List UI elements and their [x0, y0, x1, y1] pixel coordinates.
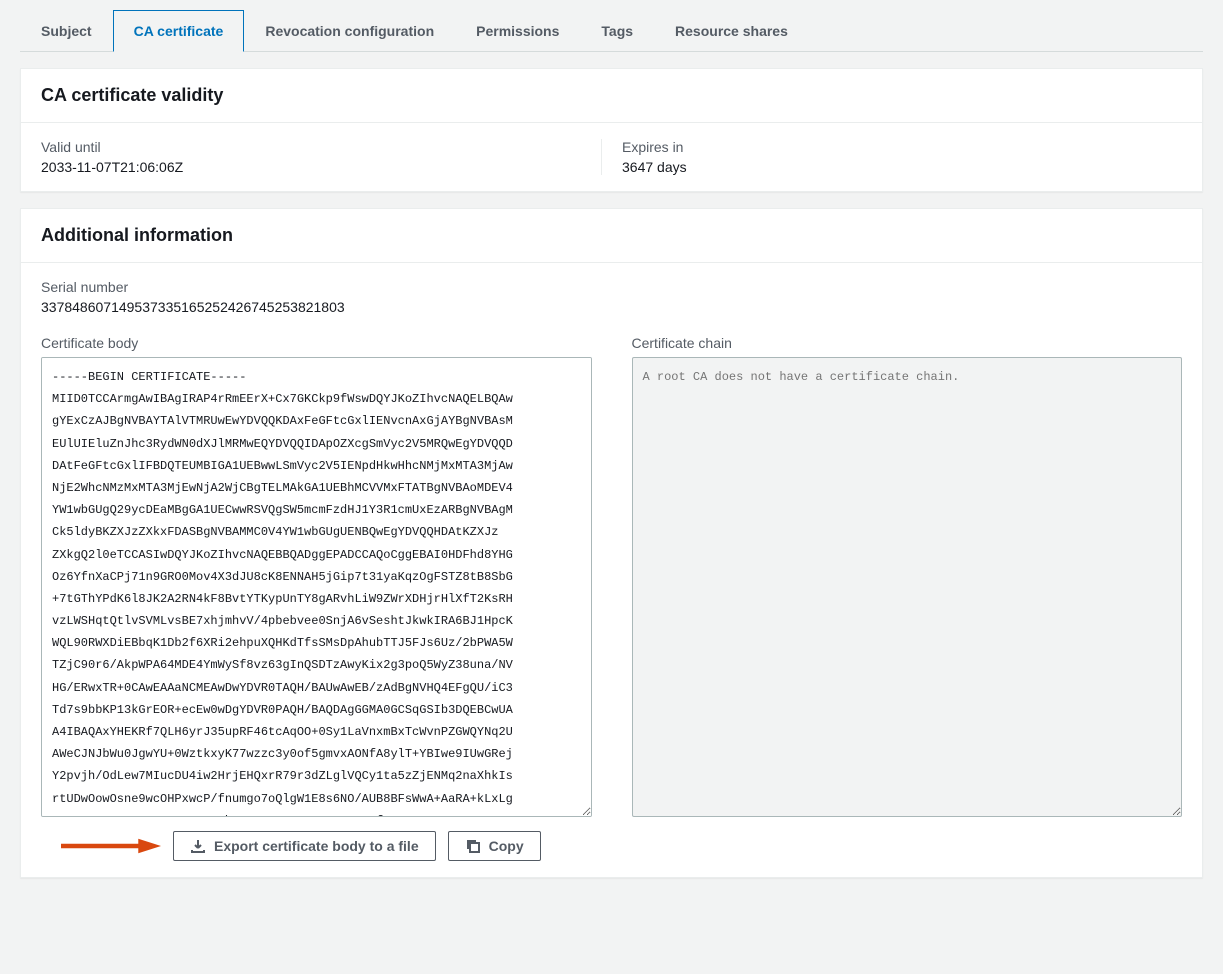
validity-panel: CA certificate validity Valid until 2033… — [20, 68, 1203, 192]
tab-resource-shares[interactable]: Resource shares — [654, 10, 809, 51]
export-button-label: Export certificate body to a file — [214, 838, 419, 854]
certificate-chain-textarea[interactable] — [632, 357, 1183, 817]
certificate-body-textarea[interactable] — [41, 357, 592, 817]
certificate-body-label: Certificate body — [41, 335, 592, 351]
arrow-annotation-icon — [41, 836, 161, 856]
valid-until-value: 2033-11-07T21:06:06Z — [41, 159, 581, 175]
additional-info-panel: Additional information Serial number 337… — [20, 208, 1203, 878]
tab-revocation-configuration[interactable]: Revocation configuration — [244, 10, 455, 51]
tab-ca-certificate[interactable]: CA certificate — [113, 10, 245, 52]
export-certificate-button[interactable]: Export certificate body to a file — [173, 831, 436, 861]
expires-in-label: Expires in — [622, 139, 1162, 155]
copy-icon — [465, 838, 481, 854]
serial-number-value: 337848607149537335165252426745253821803 — [41, 299, 1182, 315]
tab-subject[interactable]: Subject — [20, 10, 113, 51]
copy-button[interactable]: Copy — [448, 831, 541, 861]
copy-button-label: Copy — [489, 838, 524, 854]
download-icon — [190, 838, 206, 854]
tab-tags[interactable]: Tags — [580, 10, 654, 51]
valid-until-label: Valid until — [41, 139, 581, 155]
validity-panel-title: CA certificate validity — [41, 85, 1182, 106]
certificate-chain-label: Certificate chain — [632, 335, 1183, 351]
expires-in-value: 3647 days — [622, 159, 1162, 175]
tabs-bar: Subject CA certificate Revocation config… — [20, 10, 1203, 52]
serial-number-label: Serial number — [41, 279, 1182, 295]
additional-info-title: Additional information — [41, 225, 1182, 246]
tab-permissions[interactable]: Permissions — [455, 10, 580, 51]
